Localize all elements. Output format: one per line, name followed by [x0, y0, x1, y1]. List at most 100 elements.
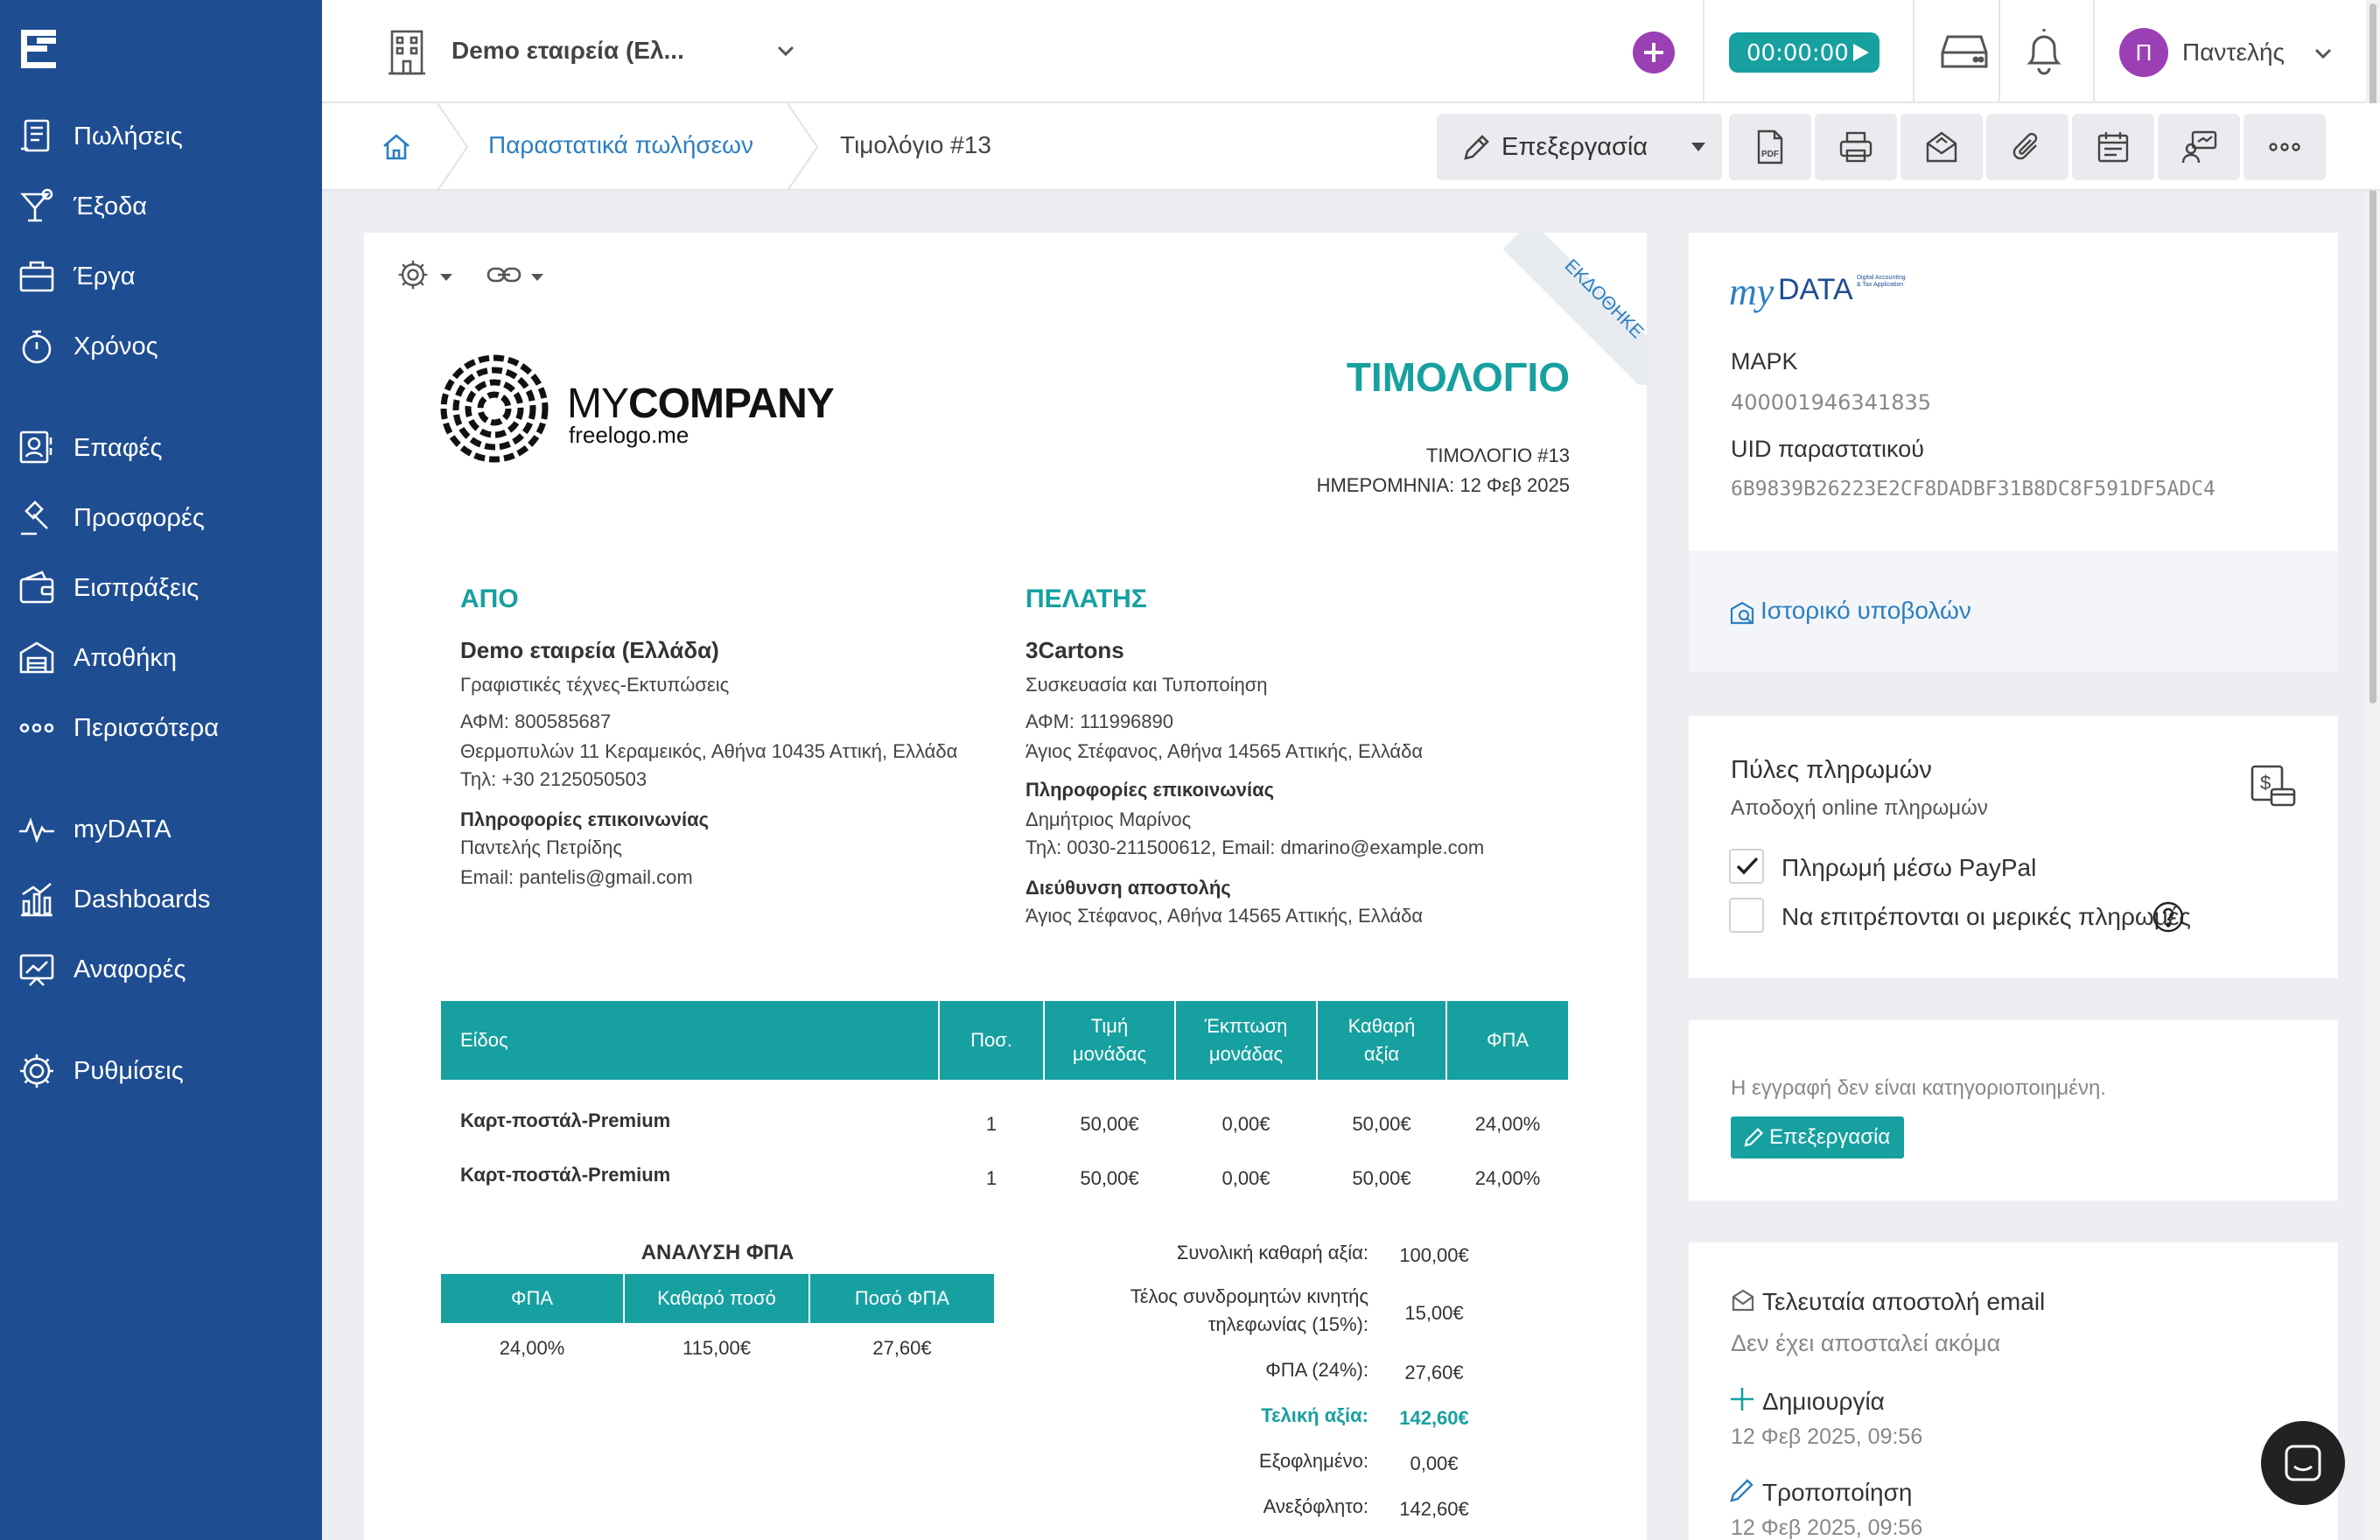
- company-name: Demo εταιρεία (Ελ...: [452, 37, 684, 64]
- mark-value: 400001946341835: [1731, 390, 1932, 415]
- logo-subtext: freelogo.me: [569, 422, 690, 448]
- col-header-vat: ΦΠΑ: [1447, 1001, 1568, 1080]
- chevron-down-icon: [2314, 44, 2333, 63]
- paid-label: Εξοφλημένο:: [1258, 1450, 1368, 1472]
- col-header-qty: Ποσ.: [940, 1001, 1043, 1080]
- timer-button[interactable]: 00:00:00: [1729, 32, 1880, 73]
- fee-label-line2: τηλεφωνίας (15%):: [1208, 1313, 1368, 1335]
- home-icon[interactable]: [382, 133, 411, 161]
- sidebar-item-label: Ρυθμίσεις: [74, 1057, 184, 1085]
- cocktail-icon: [18, 187, 56, 226]
- total-net-value: 100,00€: [1399, 1244, 1469, 1266]
- send-email-button[interactable]: [1900, 114, 1983, 180]
- pulse-icon: [18, 810, 56, 849]
- breadcrumb: Παραστατικά πωλήσεων Τιμολόγιο #13 Επεξε…: [322, 103, 2380, 191]
- scrollbar[interactable]: [2366, 0, 2380, 1540]
- from-contact-name: Παντελής Πετρίδης: [460, 836, 622, 858]
- client-contact-name: Δημήτριος Μαρίνος: [1026, 808, 1192, 830]
- link-icon: [486, 262, 522, 287]
- settings-dropdown[interactable]: [396, 257, 458, 292]
- chevron-down-icon: [775, 40, 796, 61]
- paypal-label: Πληρωμή μέσω PayPal: [1782, 854, 2037, 881]
- inbox-button[interactable]: [1928, 23, 1998, 80]
- vat-analysis-title: ΑΝΑΛΥΣΗ ΦΠΑ: [640, 1241, 794, 1264]
- briefcase-icon: [18, 257, 56, 296]
- sidebar-item-receipts[interactable]: Εισπράξεις: [0, 553, 322, 623]
- more-actions-button[interactable]: [2244, 114, 2326, 180]
- breadcrumb-link[interactable]: Παραστατικά πωλήσεων: [488, 131, 753, 159]
- sidebar-item-time[interactable]: Χρόνος: [0, 312, 322, 382]
- gavel-icon: [18, 499, 56, 537]
- sidebar-item-sales[interactable]: Πωλήσεις: [0, 102, 322, 172]
- print-button[interactable]: [1815, 114, 1897, 180]
- sidebar-item-warehouse[interactable]: Αποθήκη: [0, 623, 322, 693]
- vat-total-value: 27,60€: [1404, 1362, 1464, 1383]
- caret-down-icon: [530, 273, 544, 282]
- invoice-title: ΤΙΜΟΛΟΓΙΟ: [1346, 354, 1570, 400]
- partial-payments-checkbox[interactable]: [1729, 898, 1764, 933]
- sidebar-item-dashboards[interactable]: Dashboards: [0, 864, 322, 934]
- paypal-option[interactable]: Πληρωμή μέσω PayPal: [1729, 847, 2254, 886]
- bar-chart-icon: [18, 880, 56, 919]
- sidebar-item-mydata[interactable]: myDATA: [0, 794, 322, 864]
- link-dropdown[interactable]: [486, 257, 550, 292]
- top-bar: Demo εταιρεία (Ελ... 00:00:00 Π Παντελής: [322, 0, 2380, 1540]
- building-icon: [387, 28, 427, 77]
- mydata-card: my DATA Digital Accounting & Tax Applica…: [1689, 233, 2338, 672]
- bell-icon: [2025, 26, 2063, 75]
- last-email-status: Δεν έχει αποσταλεί ακόμα: [1731, 1330, 2001, 1356]
- chat-button[interactable]: [2261, 1421, 2345, 1505]
- help-icon[interactable]: [2152, 901, 2184, 933]
- partial-payments-option[interactable]: Να επιτρέπονται οι μερικές πληρωμές: [1729, 896, 2324, 934]
- svg-text:$: $: [2260, 772, 2271, 794]
- row-item: Καρτ-ποστάλ-Premium: [460, 1164, 671, 1186]
- sidebar-item-reports[interactable]: Αναφορές: [0, 934, 322, 1004]
- col-header-net: Καθαρή αξία: [1318, 1001, 1446, 1080]
- paypal-checkbox[interactable]: [1729, 849, 1764, 884]
- pdf-button[interactable]: PDF: [1729, 114, 1811, 180]
- notifications-button[interactable]: [2016, 23, 2072, 80]
- sidebar-item-more[interactable]: Περισσότερα: [0, 693, 322, 763]
- attach-button[interactable]: [1986, 114, 2068, 180]
- plus-icon: [1729, 1386, 1755, 1412]
- user-menu[interactable]: Π Παντελής: [2119, 26, 2347, 79]
- add-button[interactable]: [1633, 32, 1675, 74]
- client-shipping-address: Άγιος Στέφανος, Αθήνα 14565 Αττικής, Ελλ…: [1026, 905, 1424, 927]
- total-net-label: Συνολική καθαρή αξία:: [1176, 1242, 1368, 1264]
- category-edit-button[interactable]: Επεξεργασία: [1731, 1116, 1904, 1158]
- sidebar: Πωλήσεις Έξοδα Έργα Χρόνος Επαφές Προσφο…: [0, 0, 322, 1540]
- created-date: 12 Φεβ 2025, 09:56: [1731, 1424, 1923, 1449]
- paid-value: 0,00€: [1410, 1452, 1459, 1474]
- history-link-label: Ιστορικό υποβολών: [1760, 597, 1971, 624]
- submission-history-link[interactable]: Ιστορικό υποβολών: [1729, 595, 2009, 630]
- assign-button[interactable]: [2158, 114, 2240, 180]
- sidebar-item-settings[interactable]: Ρυθμίσεις: [0, 1036, 322, 1106]
- paperclip-icon: [2010, 130, 2045, 164]
- category-card: Η εγγραφή δεν είναι κατηγοριοποιημένη. Ε…: [1689, 1020, 2338, 1200]
- sidebar-item-label: Χρόνος: [74, 332, 158, 360]
- caret-down-icon[interactable]: [1690, 142, 1706, 152]
- calendar-button[interactable]: [2072, 114, 2154, 180]
- report-icon: [18, 950, 56, 989]
- payment-gateways-card: Πύλες πληρωμών Αποδοχή online πληρωμών $…: [1689, 716, 2338, 978]
- sidebar-item-expenses[interactable]: Έξοδα: [0, 172, 322, 242]
- timer-value: 00:00:00: [1746, 40, 1849, 66]
- company-switcher[interactable]: Demo εταιρεία (Ελ...: [387, 24, 794, 80]
- history-search-icon: [1729, 600, 1755, 626]
- row-item: Καρτ-ποστάλ-Premium: [460, 1110, 671, 1131]
- sidebar-item-projects[interactable]: Έργα: [0, 242, 322, 312]
- gear-icon: [18, 1052, 56, 1090]
- sidebar-item-label: Επαφές: [74, 434, 163, 462]
- from-phone: Τηλ: +30 2125050503: [460, 768, 648, 790]
- invoice-number: ΤΙΜΟΛΟΓΙΟ #13: [1425, 444, 1570, 466]
- logo-text-company: COMPANY: [628, 381, 835, 427]
- gear-icon: [396, 257, 430, 292]
- sidebar-item-offers[interactable]: Προσφορές: [0, 483, 322, 553]
- edit-split-button[interactable]: Επεξεργασία: [1437, 114, 1722, 180]
- mark-label: ΜΑΡΚ: [1731, 348, 1798, 374]
- calendar-icon: [2096, 130, 2131, 164]
- app-logo[interactable]: [21, 30, 56, 68]
- mydata-logo: my DATA Digital Accounting & Tax Applica…: [1729, 264, 1922, 326]
- from-name: Demo εταιρεία (Ελλάδα): [460, 637, 719, 663]
- sidebar-item-contacts[interactable]: Επαφές: [0, 413, 322, 483]
